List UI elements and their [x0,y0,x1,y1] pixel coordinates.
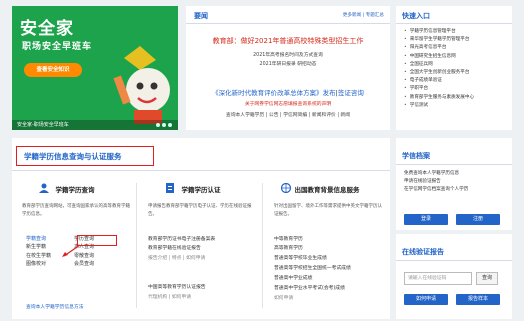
news-notice[interactable]: 关于网券学信网志愿填报查询系统的声明 [186,100,390,107]
divider [396,164,512,165]
services-title: 学籍学历信息查询与认证服务 [24,152,122,161]
quick-entry-header: 快速入口 [402,12,430,20]
news-subline[interactable]: 2021年高考报名时间及方式查询 [186,51,390,58]
divider [12,170,390,171]
divider [396,260,512,261]
login-button[interactable]: 登录 [404,214,448,225]
overseas-link[interactable]: 高等教育学历 [274,244,303,251]
news-headline-2[interactable]: 《深化新时代教育评价改革总体方案》发布|签证咨询 [186,87,390,97]
mascot-illustration [113,46,170,124]
news-subline[interactable]: 2021年研日报录 研招动态 [186,60,390,67]
verify-header: 在线验证报告 [402,248,444,256]
quick-entry-panel: 快速入口 学籍学历信息管理平台 来华留学生学籍学历管理平台 阳光高考信息平台 中… [396,6,512,130]
quick-entry-item[interactable]: 教育部学生服务与素质发展中心 [404,94,474,102]
topics-link[interactable]: 专题汇总 [366,13,384,18]
verify-report-panel: 在线验证报告 请输入在线验证码 查询 如何申请 报告样本 [396,234,512,319]
column-divider [262,183,263,308]
banner-carousel[interactable]: 安全家 职场安全早班车 查看安全知识 安全家-职场安全早班车 [12,6,178,130]
register-button[interactable]: 注册 [456,214,500,225]
cert-link[interactable]: 教育部学历证书电子注册备案表 [148,235,215,242]
banner-cta-button[interactable]: 查看安全知识 [24,63,82,77]
how-to-apply-button[interactable]: 如何申请 [404,294,448,305]
degree-certification-column: 学籍学历认证 申请报告教育部学籍学历电子认证、学历在线验证报告。 教育部学历证书… [142,178,260,318]
quick-entry-item[interactable]: 学籍学历信息管理平台 [404,28,474,36]
services-panel: 学籍学历信息查询与认证服务 学籍学历查询 教育部学历查询网站，可查询国家承认的高… [12,138,390,319]
carousel-dots[interactable] [154,123,172,129]
column-title: 出国教育背景信息服务 [294,186,360,194]
archive-panel: 学信档案 免费查询本人学籍学历信息 申请在线验证报告 在学信网学信档案查询个人学… [396,138,512,230]
link-image-check[interactable]: 图像校对 [26,260,74,268]
verify-code-input[interactable]: 请输入在线验证码 [404,272,472,285]
overseas-service-column: 出国教育背景信息服务 针对出国留学、境外工作等需求提供中英文学籍学历认证报告。 … [268,178,386,318]
quick-entry-item[interactable]: 阳光高考信息平台 [404,44,474,52]
column-divider [136,183,137,308]
column-description: 申请报告教育部学籍学历电子认证、学历在线验证报告。 [148,204,252,217]
report-sample-button[interactable]: 报告样本 [456,294,500,305]
overseas-link[interactable]: 普通高中学业水平考试(会考)成绩 [274,284,345,291]
banner-subtitle: 职场安全早班车 [22,42,93,52]
quick-entry-item[interactable]: 全国大学生创新创业服务平台 [404,69,474,77]
cert-link[interactable]: 教育部学籍在线验证报告 [148,244,201,251]
highlight-box [77,235,117,246]
quick-entry-item[interactable]: 电子成绩单验证 [404,77,474,85]
overseas-link[interactable]: 中等教育学历 [274,235,303,242]
quick-entry-item[interactable]: 来华留学生学籍学历管理平台 [404,36,474,44]
overseas-link[interactable]: 普通高等学校毕业生成绩 [274,254,327,261]
quick-entry-item[interactable]: 中国研究生招生信息网 [404,53,474,61]
cert-sublinks[interactable]: 代理机构 | 如何申请 [148,293,191,300]
overseas-link[interactable]: 普通高等学校招生全国统一考试成绩 [274,264,351,271]
quick-entry-item[interactable]: 学职平台 [404,85,474,93]
help-link[interactable]: 查询本人学籍学历信息方法 [26,303,84,310]
banner-title: 安全家 [20,19,74,39]
cert-sublinks[interactable]: 报告介绍 | 特点 | 如何申请 [148,254,205,261]
cert-link[interactable]: 中国高等教育学历认证报告 [148,283,206,290]
column-title: 学籍学历认证 [181,186,221,194]
archive-description: 免费查询本人学籍学历信息 申请在线验证报告 在学信网学信档案查询个人学历 [404,171,469,193]
column-title: 学籍学历查询 [55,186,95,194]
column-description: 针对出国留学、境外工作等需求提供中英文学籍学历认证报告。 [274,204,382,217]
overseas-link[interactable]: 普通高中学业成绩 [274,274,312,281]
news-panel: 要闻 更多新闻 | 专题汇总 教育部：做好2021年普通高校特殊类型招生工作 2… [186,6,390,130]
arrow-icon [62,244,81,257]
query-button[interactable]: 查询 [476,272,498,285]
link-member-query[interactable]: 会员查询 [74,260,122,268]
quick-entry-list: 学籍学历信息管理平台 来华留学生学籍学历管理平台 阳光高考信息平台 中国研究生招… [404,28,474,110]
quick-entry-item[interactable]: 全国征兵网 [404,61,474,69]
news-links-row[interactable]: 查询本人学籍学历 | 公告 | 学信网简编 | 新闻和评价 | 新闻 [186,111,390,118]
more-news-link[interactable]: 更多新闻 [343,13,361,18]
divider [396,23,512,24]
quick-entry-item[interactable]: 学信测试 [404,102,474,110]
divider [186,23,390,24]
column-description: 教育部学历查询网站，可查询国家承认的高等教育学籍学历信息。 [22,204,130,217]
degree-query-column: 学籍学历查询 教育部学历查询网站，可查询国家承认的高等教育学籍学历信息。 学籍查… [16,178,134,318]
news-headline-1[interactable]: 教育部：做好2021年普通高校特殊类型招生工作 [186,36,390,46]
link-student-status[interactable]: 学籍查询 [26,235,74,243]
news-links: 更多新闻 | 专题汇总 [342,13,384,18]
archive-header: 学信档案 [402,152,430,160]
apply-link[interactable]: 如何申请 [274,294,293,301]
news-header: 要闻 [194,12,208,20]
